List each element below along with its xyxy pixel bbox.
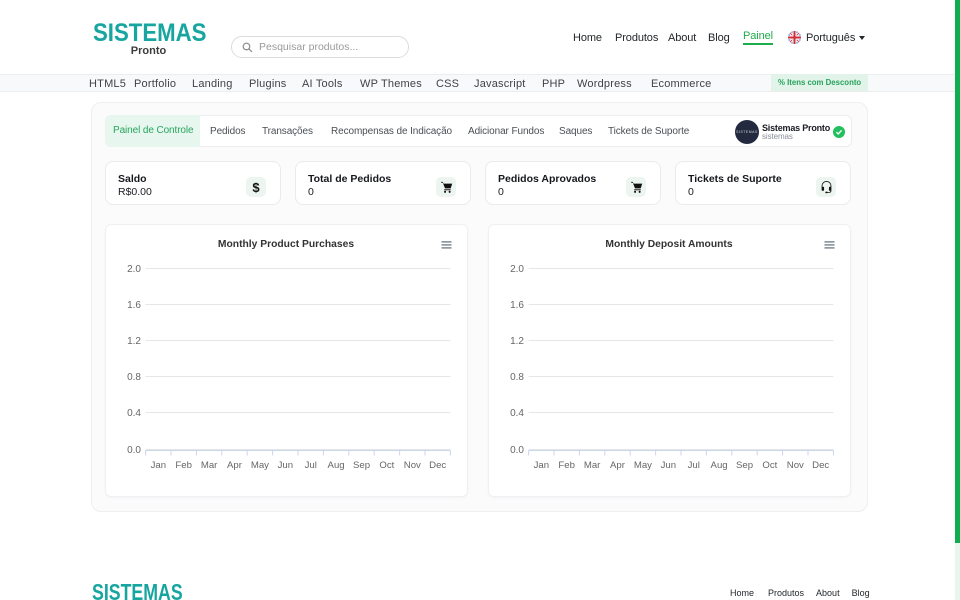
svg-text:May: May (251, 460, 269, 471)
svg-text:Aug: Aug (328, 460, 345, 471)
svg-text:Feb: Feb (558, 460, 575, 471)
svg-text:Nov: Nov (787, 460, 804, 471)
svg-text:Jun: Jun (278, 460, 293, 471)
svg-text:0.0: 0.0 (510, 445, 524, 456)
svg-text:Jan: Jan (534, 460, 549, 471)
svg-text:Monthly Deposit Amounts: Monthly Deposit Amounts (605, 239, 732, 250)
svg-text:Apr: Apr (227, 460, 243, 471)
svg-text:Jan: Jan (151, 460, 166, 471)
svg-text:Dec: Dec (812, 460, 829, 471)
svg-text:Oct: Oct (762, 460, 777, 471)
svg-text:0.0: 0.0 (127, 445, 141, 456)
svg-text:Mar: Mar (584, 460, 601, 471)
svg-text:Mar: Mar (201, 460, 218, 471)
svg-text:1.6: 1.6 (127, 300, 141, 311)
svg-text:0.8: 0.8 (127, 372, 141, 383)
svg-text:Monthly Product Purchases: Monthly Product Purchases (218, 239, 354, 250)
svg-text:1.2: 1.2 (127, 336, 141, 347)
svg-text:Aug: Aug (711, 460, 728, 471)
svg-text:Sep: Sep (353, 460, 370, 471)
svg-text:0.4: 0.4 (510, 408, 524, 419)
svg-text:Nov: Nov (404, 460, 421, 471)
svg-text:2.0: 2.0 (510, 264, 524, 275)
svg-text:Jun: Jun (661, 460, 676, 471)
svg-text:Sep: Sep (736, 460, 753, 471)
svg-text:Jul: Jul (305, 460, 317, 471)
svg-text:1.2: 1.2 (510, 336, 524, 347)
svg-text:May: May (634, 460, 652, 471)
svg-text:1.6: 1.6 (510, 300, 524, 311)
svg-text:Oct: Oct (379, 460, 394, 471)
svg-text:Jul: Jul (688, 460, 700, 471)
svg-text:Feb: Feb (175, 460, 192, 471)
svg-text:0.8: 0.8 (510, 372, 524, 383)
svg-text:Apr: Apr (610, 460, 626, 471)
svg-text:0.4: 0.4 (127, 408, 141, 419)
svg-text:Dec: Dec (429, 460, 446, 471)
svg-text:2.0: 2.0 (127, 264, 141, 275)
